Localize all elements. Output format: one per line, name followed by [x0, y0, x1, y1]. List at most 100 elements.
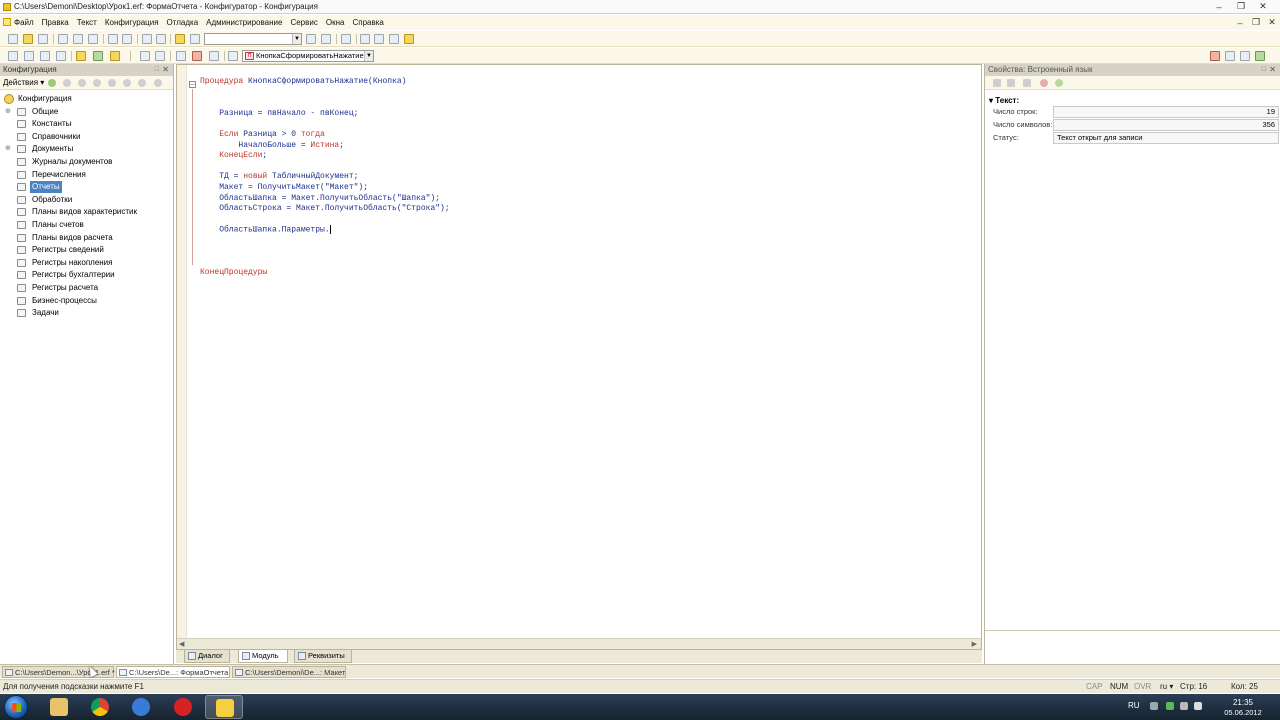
- layout-icon[interactable]: [56, 51, 66, 61]
- breakpoint-icon[interactable]: [1210, 51, 1220, 61]
- expand-icon[interactable]: ⊕: [5, 108, 11, 115]
- calendar-icon[interactable]: [389, 34, 399, 44]
- tree-node-configuration[interactable]: Конфигурация: [0, 93, 173, 106]
- tree-node-calculation-types[interactable]: Планы видов расчета: [0, 232, 173, 245]
- menu-text[interactable]: Текст: [77, 18, 97, 27]
- tree-node-enums[interactable]: Перечисления: [0, 169, 173, 182]
- taskbar-1c[interactable]: [205, 695, 243, 719]
- taskbar-recorder[interactable]: [164, 695, 202, 719]
- tree-node-constants[interactable]: Константы: [0, 118, 173, 131]
- edit-icon[interactable]: [63, 79, 71, 87]
- flag-icon[interactable]: [1180, 702, 1188, 710]
- tray-language[interactable]: RU: [1128, 701, 1140, 710]
- code-line[interactable]: Если Разница > 0 тогда: [200, 130, 450, 141]
- chevron-down-icon[interactable]: ▼: [364, 51, 373, 61]
- code-line[interactable]: ТД = новый ТабличныйДокумент;: [200, 172, 450, 183]
- search-combo[interactable]: ▼: [204, 33, 302, 45]
- cancel-icon[interactable]: [1040, 79, 1048, 87]
- mdi-restore-button[interactable]: ❐: [1248, 16, 1264, 29]
- tab-dialog[interactable]: Диалог: [184, 650, 230, 663]
- code-line[interactable]: КонецПроцедуры: [200, 268, 450, 279]
- tree-node-dataprocessors[interactable]: Обработки: [0, 194, 173, 207]
- print-icon[interactable]: [108, 34, 118, 44]
- code-line[interactable]: ОбластьШапка = Макет.ПолучитьОбласть("Ша…: [200, 194, 450, 205]
- code-line[interactable]: [200, 215, 450, 226]
- pin-icon[interactable]: □: [1262, 64, 1266, 76]
- menu-configuration[interactable]: Конфигурация: [105, 18, 159, 27]
- taskbar-explorer[interactable]: [40, 695, 78, 719]
- code-line[interactable]: ОбластьСтрока = Макет.ПолучитьОбласть("С…: [200, 204, 449, 215]
- filter-icon[interactable]: [1023, 79, 1031, 87]
- expand-icon[interactable]: ⊕: [5, 145, 11, 152]
- tree-node-reports[interactable]: Отчеты: [0, 181, 173, 194]
- input-language[interactable]: ru ▾: [1160, 682, 1173, 691]
- tree-node-documents[interactable]: ⊕ Документы: [0, 143, 173, 156]
- close-icon[interactable]: ✕: [1269, 64, 1276, 76]
- menu-service[interactable]: Сервис: [290, 18, 317, 27]
- system-menu-icon[interactable]: [3, 18, 11, 26]
- paste-icon[interactable]: [88, 34, 98, 44]
- tree-node-tasks[interactable]: Задачи: [0, 307, 173, 320]
- lines-count-field[interactable]: 19: [1053, 106, 1279, 118]
- menu-administration[interactable]: Администрирование: [206, 18, 282, 27]
- tab-attributes[interactable]: Реквизиты: [294, 650, 352, 663]
- collapse-icon[interactable]: –: [189, 81, 196, 88]
- tab-module[interactable]: Модуль: [238, 650, 288, 663]
- move-down-icon[interactable]: [123, 79, 131, 87]
- next-bookmark-icon[interactable]: [1240, 51, 1250, 61]
- start-button[interactable]: [4, 695, 28, 719]
- new-icon[interactable]: [8, 34, 18, 44]
- redo-icon[interactable]: [156, 34, 166, 44]
- syntax-assistant-icon[interactable]: [360, 34, 370, 44]
- tree-node-info-registers[interactable]: Регистры сведений: [0, 244, 173, 257]
- code-editor[interactable]: – Процедура КнопкаСформироватьНажатие(Кн…: [176, 64, 982, 650]
- tree-node-journals[interactable]: Журналы документов: [0, 156, 173, 169]
- menu-file[interactable]: Файл: [14, 18, 34, 27]
- zoom-icon[interactable]: [190, 34, 200, 44]
- calculator-icon[interactable]: [374, 34, 384, 44]
- taskbar-itunes[interactable]: [122, 695, 160, 719]
- categories-icon[interactable]: [993, 79, 1001, 87]
- find-next-icon[interactable]: [306, 34, 316, 44]
- code-line[interactable]: [200, 119, 450, 130]
- tree-node-characteristic-types[interactable]: Планы видов характеристик: [0, 206, 173, 219]
- tree-node-accounting-registers[interactable]: Регистры бухгалтерии: [0, 269, 173, 282]
- object-icon[interactable]: [155, 51, 165, 61]
- clock-date[interactable]: 05.06.2012: [1218, 708, 1268, 717]
- comment-icon[interactable]: [176, 51, 186, 61]
- code-line[interactable]: [200, 88, 450, 99]
- copy-icon[interactable]: [73, 34, 83, 44]
- open-icon[interactable]: [23, 34, 33, 44]
- code-line[interactable]: [200, 162, 450, 173]
- update-db-icon[interactable]: [93, 51, 103, 61]
- sort-icon[interactable]: [138, 79, 146, 87]
- help-icon[interactable]: [404, 34, 414, 44]
- print-preview-icon[interactable]: [122, 34, 132, 44]
- tree-node-charts-of-accounts[interactable]: Планы счетов: [0, 219, 173, 232]
- restore-button[interactable]: ❐: [1230, 0, 1252, 13]
- mdi-close-button[interactable]: ✕: [1264, 16, 1280, 29]
- undo-icon[interactable]: [142, 34, 152, 44]
- code-line[interactable]: Процедура КнопкаСформироватьНажатие(Кноп…: [200, 77, 450, 88]
- code-text[interactable]: Процедура КнопкаСформироватьНажатие(Кноп…: [200, 77, 450, 278]
- mdi-minimize-button[interactable]: –: [1232, 16, 1248, 29]
- tree-node-business-processes[interactable]: Бизнес-процессы: [0, 295, 173, 308]
- enterprise-icon[interactable]: [110, 51, 120, 61]
- cut-icon[interactable]: [58, 34, 68, 44]
- uncomment-icon[interactable]: [192, 51, 202, 61]
- scroll-left-icon[interactable]: ◀: [179, 640, 184, 648]
- apply-icon[interactable]: [1055, 79, 1063, 87]
- menu-help[interactable]: Справка: [352, 18, 383, 27]
- tray-arrow-icon[interactable]: [1150, 702, 1158, 710]
- code-line[interactable]: Разница = пвНачало - пвКонец;: [200, 109, 450, 120]
- window-tab-form[interactable]: C:\Users\De...: ФормаОтчета: [116, 666, 230, 678]
- code-line[interactable]: КонецЕсли;: [200, 151, 450, 162]
- code-line[interactable]: ОбластьШапка.Параметры.: [200, 225, 450, 236]
- save-icon[interactable]: [38, 34, 48, 44]
- close-icon[interactable]: ✕: [162, 64, 169, 76]
- tree-node-calculation-registers[interactable]: Регистры расчета: [0, 282, 173, 295]
- scroll-right-icon[interactable]: ▶: [972, 640, 977, 648]
- actions-menu[interactable]: Действия ▾: [3, 78, 44, 87]
- move-up-icon[interactable]: [108, 79, 116, 87]
- prev-bookmark-icon[interactable]: [1255, 51, 1265, 61]
